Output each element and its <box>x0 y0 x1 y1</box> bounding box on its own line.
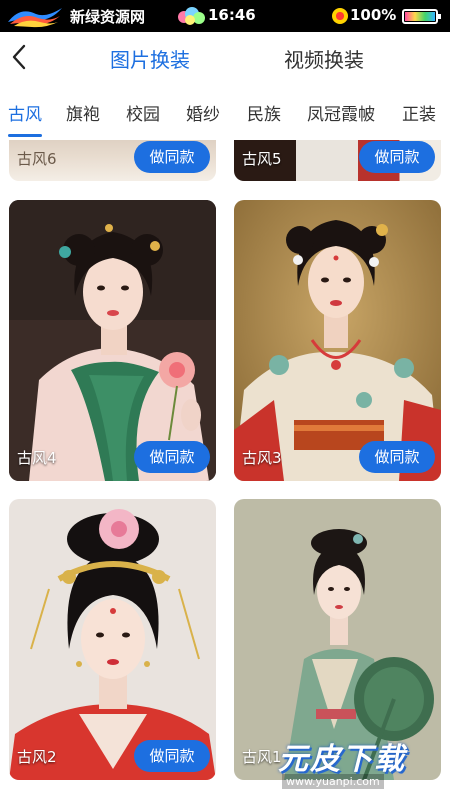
battery-icon <box>402 9 441 24</box>
template-card[interactable]: 古风6 做同款 <box>9 140 216 181</box>
card-label: 古风5 <box>242 150 282 168</box>
category-qipao[interactable]: 旗袍 <box>66 100 100 125</box>
category-gufeng[interactable]: 古风 <box>8 100 42 125</box>
site-logo-icon <box>8 8 62 28</box>
category-campus[interactable]: 校园 <box>126 100 160 125</box>
make-same-button[interactable]: 做同款 <box>359 141 435 173</box>
weather-clouds-icon <box>178 7 205 25</box>
template-card[interactable]: 古风4 做同款 <box>9 200 216 481</box>
card-label: 古风6 <box>17 150 57 168</box>
clock-time: 16:46 <box>208 6 256 24</box>
tab-photo-dressup[interactable]: 图片换装 <box>110 44 190 73</box>
site-name: 新绿资源网 <box>70 8 146 26</box>
category-bar: 古风 旗袍 校园 婚纱 民族 凤冠霞帔 正装 <box>0 90 450 140</box>
template-card[interactable]: 古风2 做同款 <box>9 499 216 780</box>
card-label: 古风4 <box>17 449 57 467</box>
portrait-image <box>9 200 216 481</box>
template-grid: 古风6 做同款 古风5 做同款 古风4 做同款 古风3 做同款 古风2 做同款 … <box>0 140 450 800</box>
category-ethnic[interactable]: 民族 <box>247 100 281 125</box>
category-wedding[interactable]: 婚纱 <box>186 100 220 125</box>
make-same-button[interactable]: 做同款 <box>134 740 210 772</box>
back-arrow-icon[interactable] <box>4 40 38 74</box>
card-label: 古风2 <box>17 748 57 766</box>
make-same-button[interactable]: 做同款 <box>134 441 210 473</box>
card-label: 古风3 <box>242 449 282 467</box>
brightness-icon <box>332 8 348 24</box>
active-category-indicator <box>8 134 42 137</box>
tab-video-dressup[interactable]: 视频换装 <box>284 44 364 73</box>
battery-percent: 100% <box>350 6 397 24</box>
status-bar: 新绿资源网 16:46 100% <box>0 0 450 32</box>
category-phoenix-crown[interactable]: 凤冠霞帔 <box>307 100 375 125</box>
category-formal[interactable]: 正装 <box>402 100 436 125</box>
watermark-url: www.yuanpi.com <box>282 774 384 789</box>
watermark: 元皮下载 www.yuanpi.com <box>272 730 450 800</box>
watermark-title: 元皮下载 <box>278 742 406 777</box>
template-card[interactable]: 古风5 做同款 <box>234 140 441 181</box>
top-header: 图片换装 视频换装 <box>0 32 450 82</box>
make-same-button[interactable]: 做同款 <box>134 141 210 173</box>
portrait-image <box>9 499 216 780</box>
portrait-image <box>234 200 441 481</box>
make-same-button[interactable]: 做同款 <box>359 441 435 473</box>
template-card[interactable]: 古风3 做同款 <box>234 200 441 481</box>
